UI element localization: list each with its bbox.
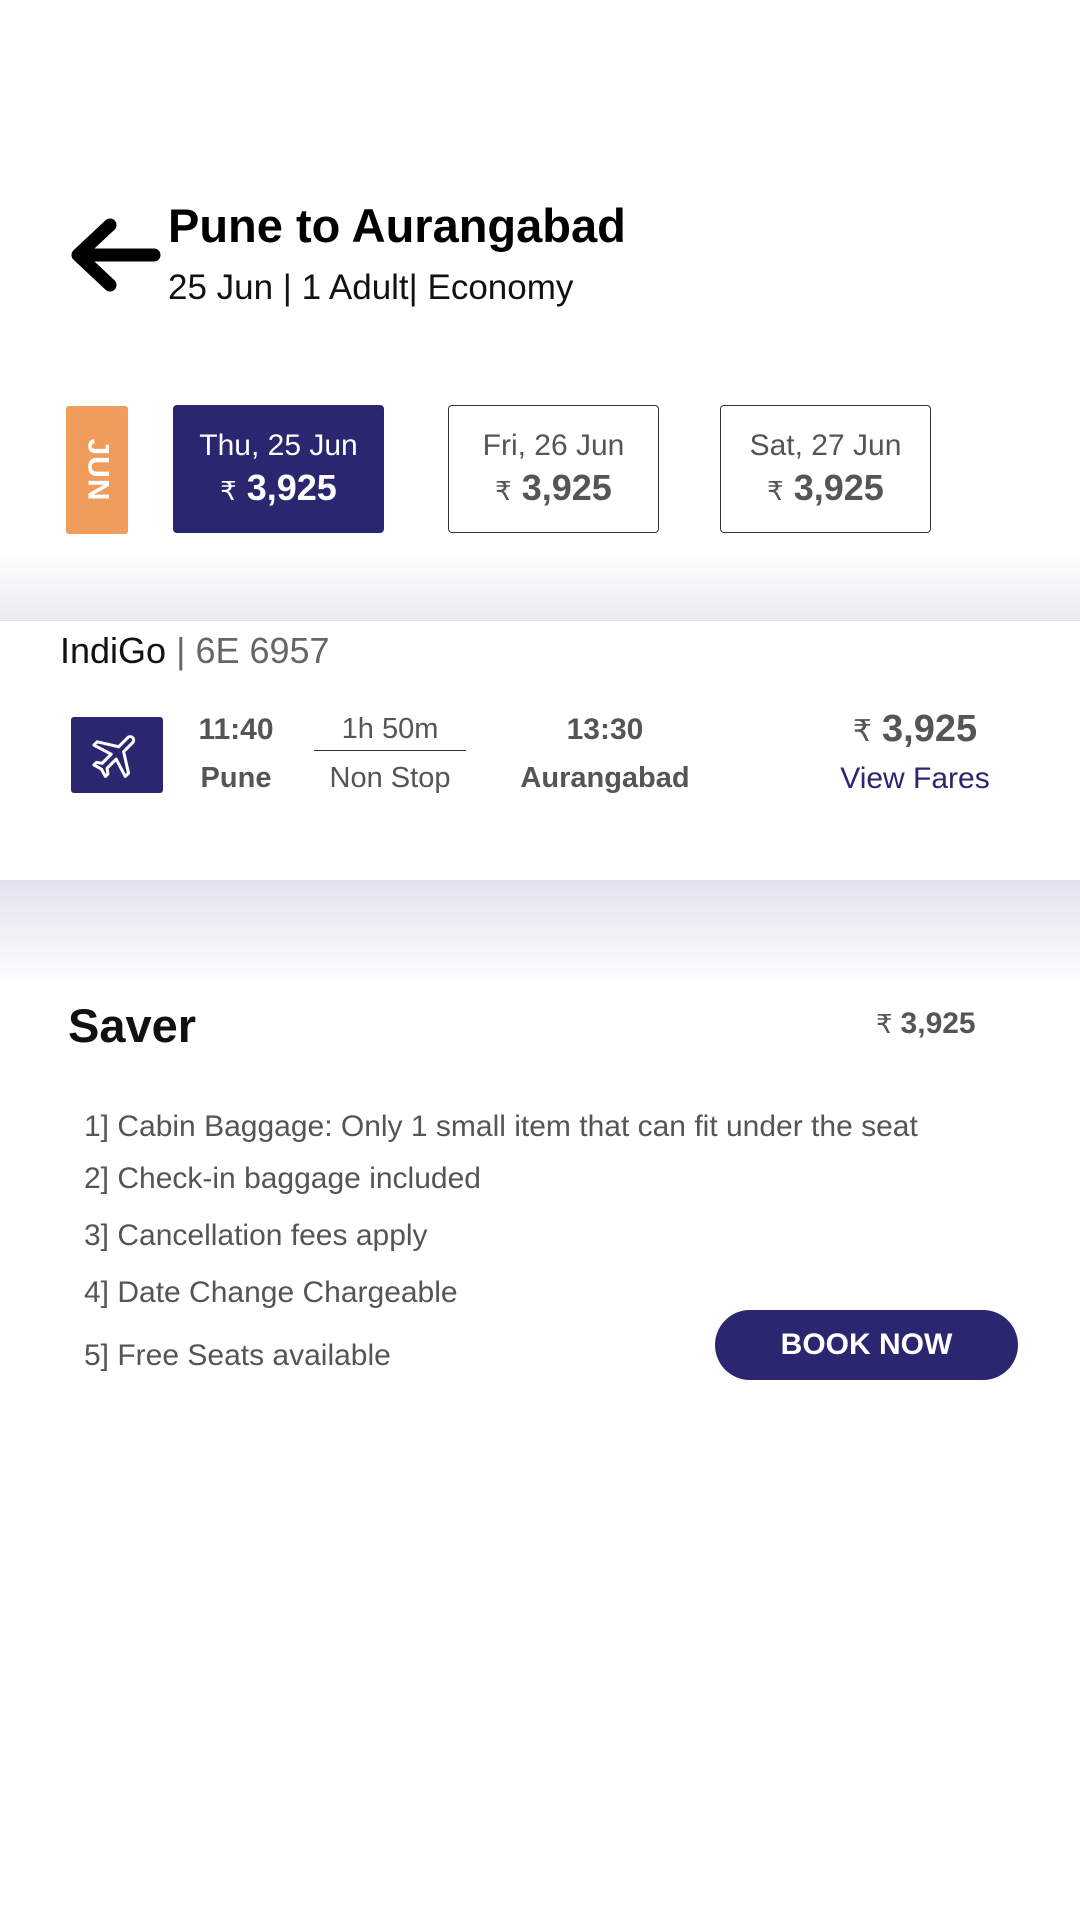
flight-duration: 1h 50m [314,713,466,751]
fare-feature-item: 4] Date Change Chargeable [84,1276,458,1309]
page-title: Pune to Aurangabad [168,199,626,252]
departure-time: 11:40 [198,713,274,746]
arrival-time: 13:30 [566,713,644,746]
fare-type-title: Saver [68,999,197,1052]
rupee-icon: ₹ [876,1009,893,1039]
fare-feature-item: 2] Check-in baggage included [84,1162,481,1195]
date-price: ₹3,925 [495,467,612,509]
arrow-left-icon [71,218,161,292]
airplane-icon [92,735,136,778]
date-price-value: 3,925 [246,467,337,508]
view-fares-link[interactable]: View Fares [820,762,1010,796]
fare-type-price: ₹3,925 [876,1007,976,1041]
fare-feature-item: 3] Cancellation fees apply [84,1219,428,1252]
date-option-thu-25[interactable]: Thu, 25 Jun ₹3,925 [173,405,384,533]
airline-info: IndiGo | 6E 6957 [60,630,330,672]
date-label: Sat, 27 Jun [749,429,902,462]
airline-logo [71,717,163,793]
trip-summary: 25 Jun | 1 Adult| Economy [168,268,574,307]
stops-info: Non Stop [329,762,451,794]
arrival-city: Aurangabad [520,762,690,794]
date-price-value: 3,925 [793,467,884,508]
back-button[interactable] [66,215,166,295]
rupee-icon: ₹ [220,476,237,506]
month-label: JUN [81,438,115,502]
date-label: Thu, 25 Jun [199,429,358,462]
airline-name: IndiGo [60,630,167,671]
date-option-sat-27[interactable]: Sat, 27 Jun ₹3,925 [720,405,931,533]
book-now-button[interactable]: BOOK NOW [715,1310,1018,1380]
rupee-icon: ₹ [767,476,784,506]
rupee-icon: ₹ [495,476,512,506]
fare-feature-item: 1] Cabin Baggage: Only 1 small item that… [84,1110,918,1143]
flight-number: 6E 6957 [195,630,330,671]
date-price-value: 3,925 [521,467,612,508]
card-divider [0,880,1080,990]
rupee-icon: ₹ [852,715,872,748]
airline-separator: | [166,630,196,671]
flight-price: ₹3,925 [830,708,1000,751]
fare-feature-item: 5] Free Seats available [84,1339,391,1372]
date-strip-divider [0,550,1080,621]
flight-price-value: 3,925 [882,708,978,750]
date-label: Fri, 26 Jun [482,429,625,462]
date-option-fri-26[interactable]: Fri, 26 Jun ₹3,925 [448,405,659,533]
date-price: ₹3,925 [220,467,337,509]
fare-type-price-value: 3,925 [900,1007,976,1040]
date-price: ₹3,925 [767,467,884,509]
departure-city: Pune [200,762,272,794]
month-tag: JUN [66,406,128,534]
